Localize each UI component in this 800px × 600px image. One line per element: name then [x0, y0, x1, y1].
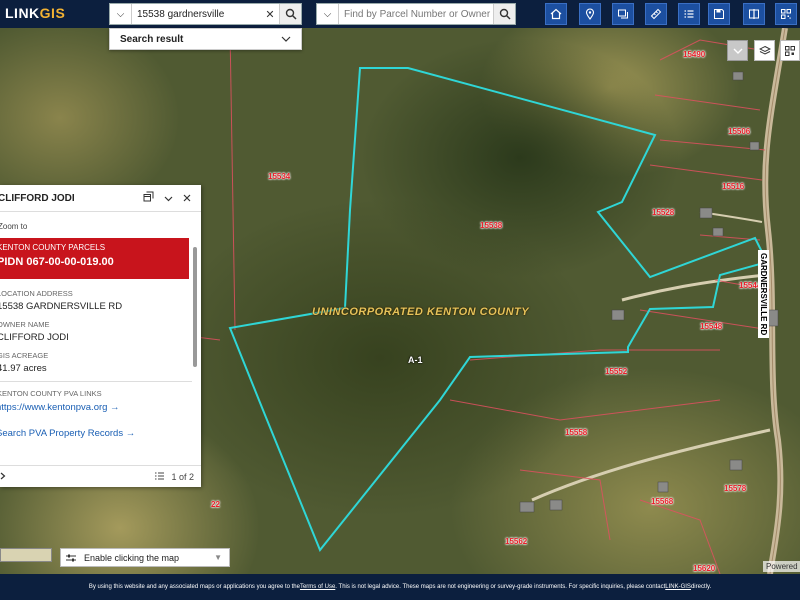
compare-icon — [749, 9, 759, 19]
pva-links-section: KENTON COUNTY PVA LINKS https://www.kent… — [0, 389, 190, 439]
parcel-number-label: 22 — [211, 500, 220, 509]
field-owner-name: OWNER NAME CLIFFORD JODI — [0, 320, 69, 343]
terms-of-use-link[interactable]: Terms of Use — [300, 584, 335, 590]
parcel-number-label: 15528 — [652, 208, 675, 217]
zone-label: UNINCORPORATED KENTON COUNTY — [312, 306, 530, 318]
zoning-code-label: A-1 — [408, 355, 423, 365]
disclaimer-post: directly. — [690, 584, 712, 590]
basemap-toggle-button[interactable] — [727, 40, 748, 61]
layers-list-icon — [618, 9, 628, 19]
clear-search-button[interactable]: ✕ — [261, 8, 279, 21]
address-search: ⌵ 15538 gardnersville ✕ — [109, 3, 302, 25]
pager-count: 1 of 2 — [171, 471, 194, 482]
parcel-number-label: 15568 — [651, 497, 674, 506]
parcel-header-box: KENTON COUNTY PARCELS PIDN 067-00-00-019… — [0, 238, 189, 279]
locate-button[interactable] — [579, 3, 601, 25]
parcel-number-label: 15578 — [724, 484, 747, 493]
layer-name: KENTON COUNTY PARCELS — [0, 243, 106, 252]
qr-code-button[interactable] — [775, 3, 797, 25]
stacked-layers-icon — [758, 45, 771, 55]
chevron-down-icon: ▼ — [214, 553, 222, 562]
enable-clicking-dropdown[interactable]: Enable clicking the map ▼ — [60, 548, 230, 567]
search-results-dropdown[interactable]: Search result — [109, 28, 302, 50]
panel-divider — [0, 381, 192, 382]
parcel-number-label: 15620 — [693, 564, 716, 573]
top-bar: LINKGIS ⌵ 15538 gardnersville ✕ ⌵ — [0, 0, 800, 28]
search-icon — [285, 8, 297, 20]
compare-button[interactable] — [743, 3, 765, 25]
scale-bar — [0, 548, 52, 562]
layers-toggle-button[interactable] — [754, 40, 775, 61]
disclaimer-footer: By using this website and any associated… — [0, 574, 800, 600]
field-gis-acreage: GIS ACREAGE 41.97 acres — [0, 351, 49, 374]
chevron-down-icon — [733, 48, 742, 54]
measure-button[interactable] — [645, 3, 667, 25]
search-results-label: Search result — [120, 33, 184, 45]
panel-footer: 1 of 2 — [0, 465, 201, 487]
close-icon — [183, 194, 191, 202]
feature-list-button[interactable] — [154, 471, 165, 483]
qr-share-button[interactable] — [780, 40, 800, 61]
location-pin-icon — [585, 8, 595, 20]
attribution: Powered by Esri — [763, 561, 800, 572]
parcel-number-label: 15534 — [268, 172, 291, 181]
measure-icon — [650, 8, 662, 20]
app-logo[interactable]: LINKGIS — [5, 5, 65, 21]
list-button[interactable] — [678, 3, 700, 25]
road-label: GARDNERSVILLE RD — [758, 250, 769, 339]
address-search-input[interactable]: 15538 gardnersville — [132, 9, 261, 20]
chevron-down-icon — [164, 196, 173, 202]
layers-button[interactable] — [612, 3, 634, 25]
chevron-down-icon — [281, 34, 291, 45]
close-panel-button[interactable] — [183, 189, 191, 207]
dock-icon — [143, 191, 154, 202]
zoom-to-link[interactable]: Zoom to — [0, 222, 27, 231]
parcel-number-label: 15552 — [605, 367, 628, 376]
parcel-number-label: 15490 — [683, 50, 706, 59]
parcel-search: ⌵ — [316, 3, 516, 25]
disclaimer-mid: . This is not legal advice. These maps a… — [335, 584, 666, 590]
save-icon — [714, 9, 724, 19]
parcel-search-dropdown[interactable]: ⌵ — [317, 4, 339, 24]
parcel-search-button[interactable] — [493, 4, 515, 24]
qr-code-icon — [785, 45, 795, 56]
dock-button[interactable] — [143, 189, 154, 207]
settings-sliders-icon — [66, 554, 76, 561]
pva-records-link[interactable]: Search PVA Property Records → — [0, 428, 190, 439]
search-icon — [499, 8, 511, 20]
chevron-down-icon: ⌵ — [116, 8, 125, 20]
collapse-button[interactable] — [164, 189, 173, 207]
panel-header: CLIFFORD JODI — [0, 185, 201, 212]
parcel-number-label: 15562 — [505, 537, 528, 546]
home-icon — [550, 8, 562, 20]
panel-title: CLIFFORD JODI — [0, 192, 75, 204]
parcel-number-label: 15538 — [480, 221, 503, 230]
panel-scrollbar[interactable] — [193, 247, 197, 367]
parcel-number-label: 15506 — [728, 127, 751, 136]
search-button[interactable] — [279, 4, 301, 24]
search-source-dropdown[interactable]: ⌵ — [110, 4, 132, 24]
list-icon — [684, 10, 694, 18]
close-icon: ✕ — [265, 8, 275, 21]
parcel-number-label: 15548 — [700, 322, 723, 331]
home-button[interactable] — [545, 3, 567, 25]
chevron-down-icon: ⌵ — [323, 8, 332, 20]
contact-link[interactable]: LINK-GIS — [665, 584, 691, 590]
list-icon — [155, 472, 165, 479]
parcel-search-input[interactable] — [339, 8, 493, 20]
chevron-right-icon — [0, 472, 6, 479]
parcel-id: PIDN 067-00-00-019.00 — [0, 256, 114, 268]
pva-website-link[interactable]: https://www.kentonpva.org → — [0, 402, 190, 413]
enable-clicking-label: Enable clicking the map — [84, 552, 180, 563]
next-feature-button[interactable] — [0, 472, 6, 482]
qr-code-icon — [781, 9, 791, 19]
field-location-address: LOCATION ADDRESS 15538 GARDNERSVILLE RD — [0, 289, 123, 312]
pva-links-header: KENTON COUNTY PVA LINKS — [0, 389, 102, 398]
parcel-info-panel: CLIFFORD JODI Zoom to KENTON COUNTY PARC… — [0, 185, 201, 487]
save-button[interactable] — [708, 3, 730, 25]
parcel-number-label: 15516 — [722, 182, 745, 191]
disclaimer-pre: By using this website and any associated… — [88, 584, 300, 590]
parcel-number-label: 15558 — [565, 428, 588, 437]
